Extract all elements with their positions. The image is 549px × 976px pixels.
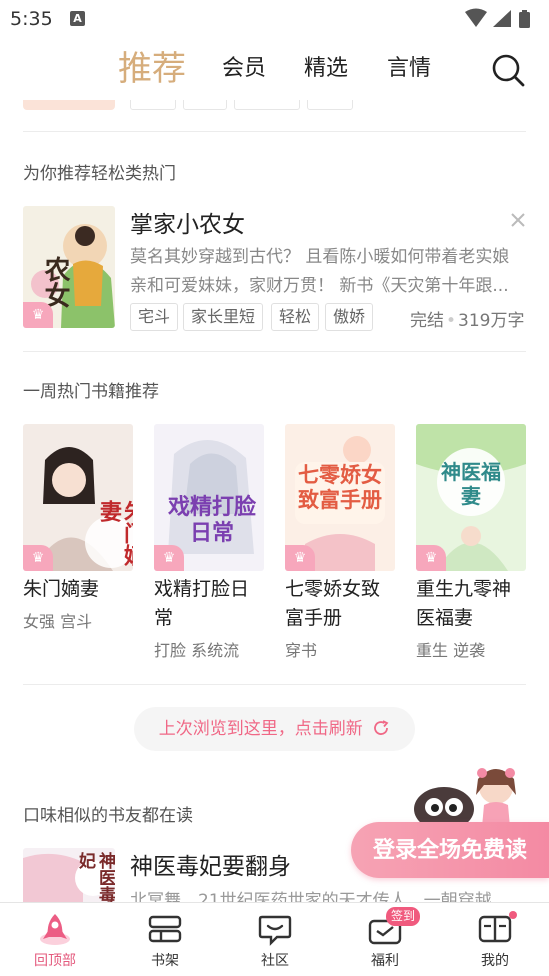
similar-book-cover[interactable]: 神医毒妃 — [23, 848, 115, 908]
refresh-icon — [374, 720, 389, 735]
divider — [23, 684, 526, 685]
book-tags: 重生 逆袭 — [416, 641, 486, 660]
book-title: 重生九零神医福妻 — [416, 578, 512, 629]
book-cover[interactable]: 朱门嫡妻 ♛ — [23, 424, 133, 571]
nav-back-to-top[interactable]: 回顶部 — [0, 903, 110, 976]
crown-icon: ♛ — [23, 545, 53, 571]
status-time: 5:35 — [10, 8, 53, 30]
completion-status: 完结 — [410, 311, 444, 331]
previous-book-row-peek — [0, 100, 549, 132]
featured-book-title[interactable]: 掌家小农女 — [130, 205, 245, 239]
nav-welfare[interactable]: 签到 福利 — [330, 903, 440, 976]
cover-title-text: 神医福妻 — [441, 460, 501, 508]
section-title-weekly: 一周热门书籍推荐 — [23, 382, 159, 402]
book-cover — [23, 100, 115, 110]
book-title: 七零娇女致富手册 — [285, 578, 381, 629]
tag-chip — [307, 100, 353, 110]
book-title: 戏精打脸日常 — [154, 578, 250, 629]
crown-icon: ♛ — [23, 302, 53, 328]
book-tags: 打脸 系统流 — [154, 641, 240, 660]
mascot-illustration — [414, 768, 516, 827]
section-title-similar: 口味相似的书友都在读 — [23, 806, 193, 826]
wifi-icon — [465, 8, 487, 27]
login-promo-button[interactable]: 登录全场免费读 — [351, 822, 549, 878]
refresh-button[interactable]: 上次浏览到这里，点击刷新 — [134, 707, 415, 751]
cover-title-text: 农女 — [40, 256, 70, 308]
status-bar: 5:35 A — [0, 0, 549, 38]
tab-romance[interactable]: 言情 — [387, 38, 431, 100]
cell-signal-icon — [493, 10, 511, 27]
search-icon[interactable] — [490, 52, 526, 88]
battery-icon — [519, 12, 530, 28]
book-tags: 穿书 — [285, 641, 318, 660]
crown-icon: ♛ — [154, 545, 184, 571]
nav-community[interactable]: 社区 — [220, 903, 330, 976]
book-title: 朱门嫡妻 — [23, 578, 100, 600]
profile-icon — [478, 915, 512, 943]
tag-chip: 轻松 — [271, 303, 320, 331]
tag-chip: 宅斗 — [130, 303, 179, 331]
chat-icon — [258, 915, 292, 946]
crown-icon: ♛ — [285, 545, 315, 571]
featured-book-description: 莫名其妙穿越到古代？ 且看陈小暖如何带着老实娘亲和可爱妹妹，家财万贯！ 新书《天… — [130, 247, 510, 296]
weekly-book-card[interactable]: 戏精打脸日常 ♛ 戏精打脸日常 打脸 系统流 — [154, 424, 264, 661]
weekly-book-card[interactable]: 朱门嫡妻 ♛ 朱门嫡妻 女强 宫斗 — [23, 424, 133, 632]
crown-icon: ♛ — [416, 545, 446, 571]
tab-featured[interactable]: 精选 — [304, 38, 348, 100]
checkin-badge: 签到 — [386, 907, 421, 926]
nav-label: 回顶部 — [34, 953, 76, 969]
signal-battery-icons — [465, 8, 530, 28]
tag-chip — [234, 100, 300, 110]
tab-vip[interactable]: 会员 — [222, 38, 266, 100]
tag-chip — [130, 100, 176, 110]
weekly-book-card[interactable]: 神医福妻 ♛ 重生九零神医福妻 重生 逆袭 — [416, 424, 526, 661]
book-tags: 女强 宫斗 — [23, 612, 93, 631]
weekly-book-card[interactable]: 七零娇女致富手册 ♛ 七零娇女致富手册 穿书 — [285, 424, 395, 661]
tag-chip: 家长里短 — [183, 303, 264, 331]
divider — [23, 351, 526, 352]
nav-label: 书架 — [151, 953, 179, 969]
notification-dot — [509, 911, 517, 919]
nav-label: 社区 — [261, 953, 289, 969]
section-title-relaxed: 为你推荐轻松类热门 — [23, 164, 176, 184]
close-icon[interactable] — [508, 210, 528, 230]
similar-book-title[interactable]: 神医毒妃要翻身 — [130, 847, 291, 881]
notification-icon: A — [70, 11, 85, 26]
bookshelf-icon — [148, 915, 182, 943]
divider — [23, 131, 526, 132]
nav-label: 福利 — [371, 953, 399, 969]
tag-chip: 傲娇 — [325, 303, 374, 331]
tag-chip — [183, 100, 227, 110]
tab-recommend[interactable]: 推荐 — [118, 38, 186, 100]
word-count: 319万字 — [458, 311, 525, 331]
cover-title-text: 七零娇女致富手册 — [298, 462, 382, 512]
nav-bookshelf[interactable]: 书架 — [110, 903, 220, 976]
book-cover[interactable]: 神医福妻 ♛ — [416, 424, 526, 571]
top-nav: 推荐 会员 精选 言情 — [0, 38, 549, 100]
featured-book-cover[interactable]: 农女 ♛ — [23, 206, 115, 328]
book-cover[interactable]: 戏精打脸日常 ♛ — [154, 424, 264, 571]
cover-title-text: 戏精打脸日常 — [167, 494, 256, 546]
nav-profile[interactable]: 我的 — [440, 903, 549, 976]
refresh-label: 上次浏览到这里，点击刷新 — [158, 719, 363, 739]
book-status: 完结 • 319万字 — [410, 311, 525, 331]
book-cover[interactable]: 七零娇女致富手册 ♛ — [285, 424, 395, 571]
nav-label: 我的 — [481, 953, 509, 969]
rocket-icon — [40, 914, 70, 945]
cover-title-text: 神医毒妃 — [75, 852, 115, 903]
bottom-nav: 回顶部 书架 社区 签到 福利 我的 — [0, 902, 549, 976]
cover-title-text: 朱门嫡妻 — [96, 500, 133, 566]
